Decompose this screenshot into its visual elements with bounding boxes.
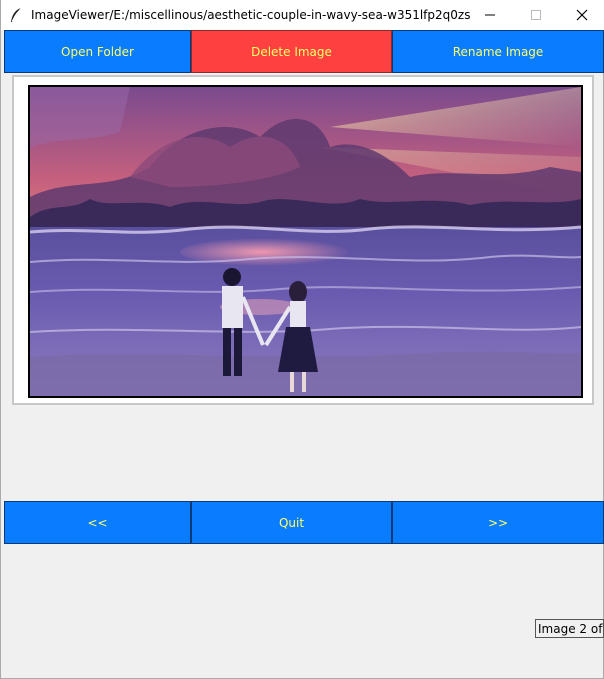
maximize-icon	[531, 10, 541, 20]
previous-button[interactable]: <<	[4, 501, 191, 544]
rename-image-button[interactable]: Rename Image	[392, 30, 604, 73]
image-viewer-window: ImageViewer/E:/miscellinous/aesthetic-co…	[0, 0, 604, 679]
nav-button-row: << Quit >>	[4, 501, 604, 544]
close-button[interactable]	[559, 0, 604, 30]
top-button-row: Open Folder Delete Image Rename Image	[4, 30, 604, 73]
image-frame	[12, 75, 594, 405]
status-label: Image 2 of 6	[535, 619, 604, 638]
feather-icon	[1, 0, 31, 30]
delete-image-button[interactable]: Delete Image	[191, 30, 392, 73]
window-title: ImageViewer/E:/miscellinous/aesthetic-co…	[31, 8, 471, 22]
open-folder-button[interactable]: Open Folder	[4, 30, 191, 73]
quit-button[interactable]: Quit	[191, 501, 392, 544]
image-display	[28, 85, 583, 398]
window-controls	[467, 0, 604, 30]
maximize-button	[513, 0, 559, 30]
sunset-couple-beach-image	[30, 87, 581, 396]
minimize-button[interactable]	[467, 0, 513, 30]
minimize-icon	[485, 14, 495, 16]
close-icon	[576, 9, 588, 21]
next-button[interactable]: >>	[392, 501, 604, 544]
title-bar[interactable]: ImageViewer/E:/miscellinous/aesthetic-co…	[1, 0, 604, 30]
